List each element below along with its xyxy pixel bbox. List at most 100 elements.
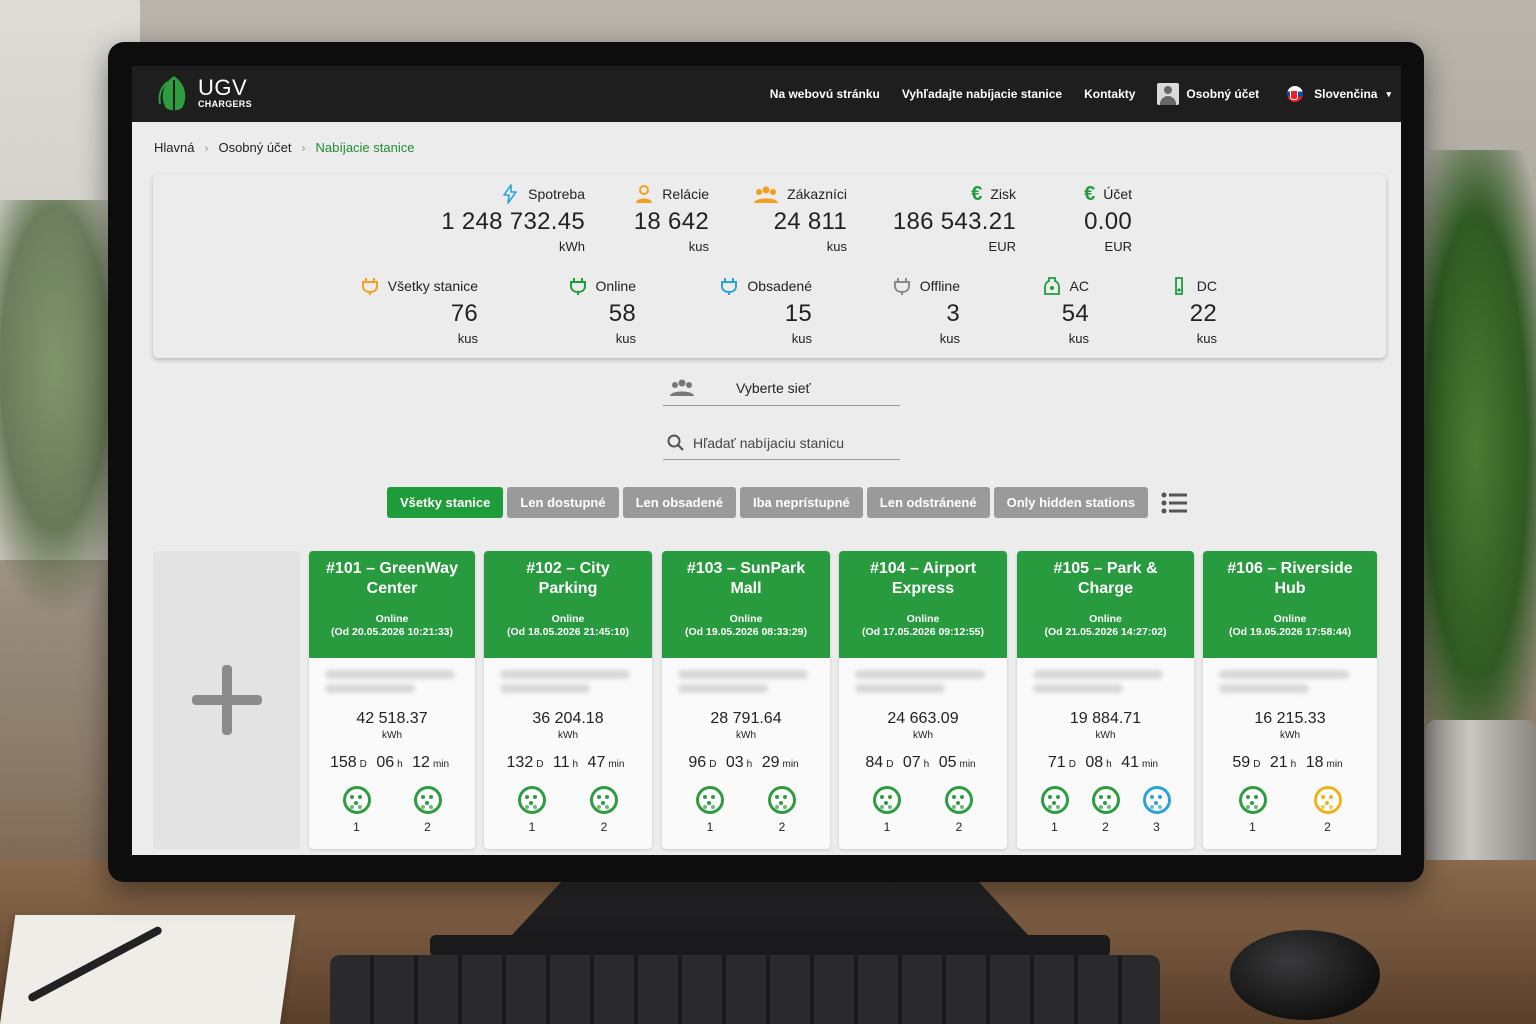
stat-value: 18 642 bbox=[633, 208, 709, 235]
users-icon bbox=[670, 379, 694, 396]
station-status: Online bbox=[551, 613, 585, 625]
stat-unit: kus bbox=[1196, 331, 1217, 346]
stat-all-stations: Všetky stanice 76 kus bbox=[360, 276, 478, 346]
station-energy-unit: kWh bbox=[736, 730, 756, 741]
stat-occupied: Obsadené 15 kus bbox=[719, 276, 812, 346]
station-address-blurred bbox=[484, 658, 652, 708]
connector[interactable]: 2 bbox=[413, 786, 442, 834]
breadcrumb: Hlavná › Osobný účet › Nabíjacie stanice bbox=[154, 140, 414, 155]
tab-removed[interactable]: Len odstránené bbox=[866, 487, 990, 518]
nav-link-contacts[interactable]: Kontakty bbox=[1084, 87, 1135, 101]
station-card[interactable]: #101 – GreenWay Center Online (Od 20.05.… bbox=[309, 551, 475, 849]
connector[interactable]: 1 bbox=[518, 786, 546, 834]
dc-connector-icon bbox=[1174, 277, 1183, 295]
connector-icon bbox=[768, 786, 796, 814]
station-card[interactable]: #103 – SunPark Mall Online (Od 19.05.202… bbox=[662, 551, 830, 849]
connector[interactable]: 1 bbox=[873, 786, 901, 834]
station-card[interactable]: #104 – Airport Express Online (Od 17.05.… bbox=[839, 551, 1007, 849]
stat-account: € Účet 0.00 EUR bbox=[1075, 184, 1132, 254]
stat-customers: Zákazníci 24 811 kus bbox=[753, 184, 847, 254]
stat-offline: Offline 3 kus bbox=[892, 276, 960, 346]
avatar-icon bbox=[1157, 83, 1180, 105]
station-card[interactable]: #102 – City Parking Online (Od 18.05.202… bbox=[484, 551, 652, 849]
station-energy-unit: kWh bbox=[382, 730, 402, 741]
connector-list: 1 2 bbox=[839, 786, 1007, 834]
add-station-button[interactable] bbox=[153, 551, 300, 849]
statistics-panel: Spotreba 1 248 732.45 kWh Relácie 18 642… bbox=[153, 174, 1386, 358]
list-view-icon[interactable] bbox=[1160, 491, 1188, 515]
station-address-blurred bbox=[309, 658, 475, 708]
connector-number: 3 bbox=[1153, 820, 1160, 834]
connector[interactable]: 2 bbox=[590, 786, 618, 834]
station-energy: 16 215.33 bbox=[1254, 710, 1326, 727]
station-uptime: 71 D 08 h 41 min bbox=[1047, 754, 1159, 771]
slovak-flag-icon bbox=[1287, 86, 1304, 102]
connector-list: 1 2 3 bbox=[1017, 786, 1194, 834]
tab-available[interactable]: Len dostupné bbox=[507, 487, 619, 518]
station-address-blurred bbox=[662, 658, 830, 708]
connector[interactable]: 2 bbox=[945, 786, 973, 834]
station-title: #101 – GreenWay Center bbox=[326, 560, 458, 597]
connector[interactable]: 2 bbox=[1091, 786, 1120, 834]
connector[interactable]: 2 bbox=[768, 786, 796, 834]
connector-number: 1 bbox=[883, 820, 891, 834]
account-link[interactable]: Osobný účet bbox=[1157, 83, 1259, 105]
connector-icon bbox=[1313, 786, 1342, 814]
logo[interactable]: UGV CHARGERS bbox=[156, 74, 252, 112]
station-title: #103 – SunPark Mall bbox=[686, 560, 806, 597]
station-energy: 28 791.64 bbox=[710, 710, 782, 727]
station-uptime: 132 D 11 h 47 min bbox=[506, 754, 625, 771]
euro-icon: € bbox=[1084, 183, 1096, 205]
connector-number: 1 bbox=[1051, 820, 1058, 834]
stat-unit: kWh bbox=[559, 239, 585, 254]
tab-hidden[interactable]: Only hidden stations bbox=[993, 487, 1149, 518]
station-uptime: 59 D 21 h 18 min bbox=[1232, 754, 1343, 771]
station-since: (Od 21.05.2026 14:27:02) bbox=[1044, 626, 1167, 638]
connector[interactable]: 1 bbox=[342, 786, 371, 834]
connector[interactable]: 1 bbox=[1040, 786, 1069, 834]
station-energy-unit: kWh bbox=[558, 730, 578, 741]
nav-link-find-stations[interactable]: Vyhľadajte nabíjacie stanice bbox=[902, 87, 1062, 101]
network-select[interactable]: Vyberte sieť bbox=[663, 370, 900, 406]
station-energy: 36 204.18 bbox=[532, 710, 604, 727]
logo-title: UGV bbox=[198, 75, 248, 100]
connector-list: 1 2 bbox=[484, 786, 652, 834]
connector-list: 1 2 bbox=[662, 786, 830, 834]
connector[interactable]: 2 bbox=[1313, 786, 1342, 834]
station-card[interactable]: #106 – Riverside Hub Online (Od 19.05.20… bbox=[1203, 551, 1377, 849]
nav-link-website[interactable]: Na webovú stránku bbox=[770, 87, 880, 101]
breadcrumb-home[interactable]: Hlavná bbox=[154, 140, 194, 155]
tab-unavailable[interactable]: Iba neprístupné bbox=[739, 487, 863, 518]
language-label: Slovenčina bbox=[1314, 87, 1378, 101]
station-status: Online bbox=[1273, 613, 1307, 625]
station-card-header: #101 – GreenWay Center Online (Od 20.05.… bbox=[309, 551, 475, 658]
station-since: (Od 18.05.2026 21:45:10) bbox=[507, 626, 629, 638]
plug-icon bbox=[721, 278, 738, 295]
plus-icon bbox=[191, 665, 262, 735]
search-icon bbox=[667, 434, 684, 451]
station-status: Online bbox=[375, 613, 409, 625]
connector[interactable]: 1 bbox=[696, 786, 724, 834]
breadcrumb-account[interactable]: Osobný účet bbox=[218, 140, 291, 155]
tab-occupied[interactable]: Len obsadené bbox=[622, 487, 736, 518]
connector-icon bbox=[518, 786, 546, 814]
station-title: #106 – Riverside Hub bbox=[1227, 560, 1353, 597]
filter-tabs: Všetky stanice Len dostupné Len obsadené… bbox=[387, 487, 1188, 518]
language-selector[interactable]: Slovenčina ▾ bbox=[1287, 86, 1391, 102]
station-since: (Od 19.05.2026 08:33:29) bbox=[685, 626, 807, 638]
tab-all-stations[interactable]: Všetky stanice bbox=[387, 487, 504, 518]
euro-icon: € bbox=[971, 183, 983, 205]
breadcrumb-current: Nabíjacie stanice bbox=[315, 140, 415, 155]
station-card[interactable]: #105 – Park & Charge Online (Od 21.05.20… bbox=[1017, 551, 1194, 849]
stat-value: 3 bbox=[946, 300, 960, 327]
station-search-input[interactable]: Hľadať nabíjaciu stanicu bbox=[663, 426, 900, 460]
connector[interactable]: 1 bbox=[1238, 786, 1267, 834]
stat-online: Online 58 kus bbox=[568, 276, 636, 346]
monitor-stand-base bbox=[430, 935, 1110, 957]
connector-icon bbox=[873, 786, 901, 814]
station-uptime: 158 D 06 h 12 min bbox=[329, 754, 450, 771]
user-icon bbox=[636, 185, 653, 203]
station-card-header: #104 – Airport Express Online (Od 17.05.… bbox=[839, 551, 1007, 658]
connector-number: 1 bbox=[1249, 820, 1256, 834]
connector[interactable]: 3 bbox=[1142, 786, 1171, 834]
